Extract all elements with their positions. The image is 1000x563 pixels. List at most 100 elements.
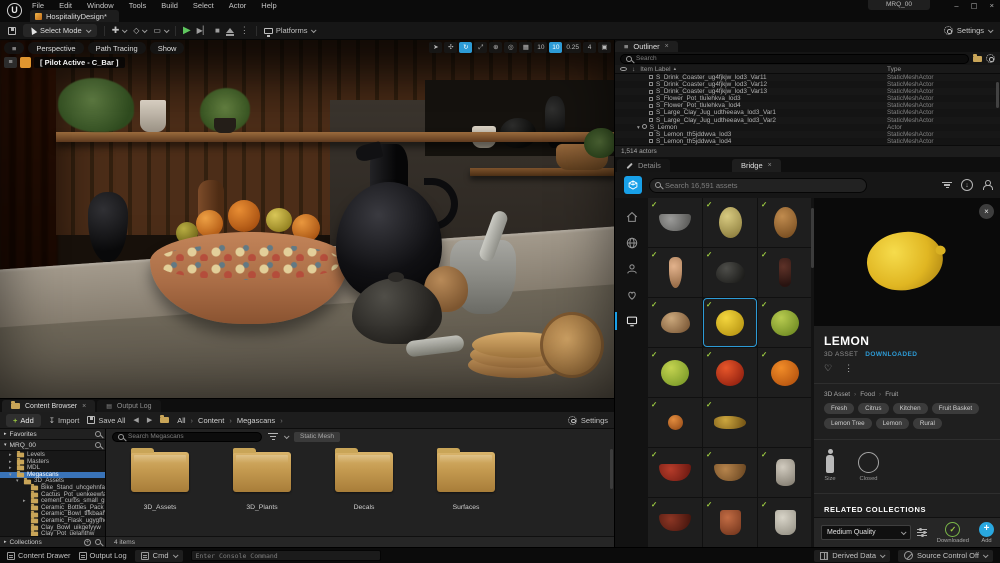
filter-icon[interactable] xyxy=(942,180,952,190)
folder-decals[interactable]: Decals xyxy=(318,452,410,511)
maximize-viewport-icon[interactable]: ▣ xyxy=(598,42,611,53)
pilot-menu-icon[interactable]: ≡ xyxy=(4,57,17,68)
more-options-icon[interactable]: ⋮ xyxy=(844,363,853,374)
viewport-pill-path-tracing[interactable]: Path Tracing xyxy=(88,42,146,54)
bridge-nav-home-icon[interactable] xyxy=(615,204,648,230)
asset-tile-clay-vase[interactable]: ✓ xyxy=(648,248,702,297)
downloaded-button[interactable]: ✓ Downloaded xyxy=(937,522,969,544)
outliner-row[interactable]: S_Drink_Coaster_ug4fjkjw_lod3_Var11Stati… xyxy=(615,74,1000,81)
tree-item-masters[interactable]: ▸Masters xyxy=(0,459,105,466)
asset-tile-lemon[interactable]: ✓ xyxy=(703,298,757,347)
asset-tile-stone-mortar[interactable]: ✓ xyxy=(648,198,702,247)
save-button[interactable] xyxy=(8,27,16,35)
download-settings-icon[interactable] xyxy=(917,527,927,537)
chevron-down-icon[interactable] xyxy=(284,433,290,439)
asset-tile-red-bowl[interactable]: ✓ xyxy=(648,448,702,497)
menu-file[interactable]: File xyxy=(32,1,44,10)
viewport-menu-button[interactable]: ≡ xyxy=(4,42,24,54)
import-button[interactable]: ↧Import xyxy=(49,416,80,425)
select-mode-dropdown[interactable]: Select Mode xyxy=(23,24,97,37)
settings-dropdown[interactable]: Settings xyxy=(944,26,992,35)
folder-3d_assets[interactable]: 3D_Assets xyxy=(114,452,206,511)
search-icon[interactable] xyxy=(95,431,101,437)
scale-tool-icon[interactable]: ⤢ xyxy=(474,42,487,53)
tag-fruit-basket[interactable]: Fruit Basket xyxy=(932,403,980,414)
menu-edit[interactable]: Edit xyxy=(59,1,72,10)
asset-tile-brown-melon[interactable]: ✓ xyxy=(758,198,812,247)
add-button[interactable]: + Add xyxy=(6,414,41,427)
asset-searchbox[interactable] xyxy=(112,432,262,442)
tab-outliner[interactable]: ≡ Outliner × xyxy=(615,41,678,52)
play-options-icon[interactable]: ⋮ xyxy=(240,25,249,36)
outliner-row[interactable]: S_Lemon_th5jddwva_lod4StaticMeshActor xyxy=(615,138,1000,145)
path-all[interactable]: All xyxy=(177,416,185,425)
asset-tile-stone-goblet[interactable]: ✓ xyxy=(758,448,812,497)
asset-tile-green-lemon[interactable]: ✓ xyxy=(758,298,812,347)
outliner-row[interactable]: S_Lemon_th5jddwva_lod3StaticMeshActor xyxy=(615,131,1000,138)
asset-tile-blood-orange[interactable]: ✓ xyxy=(703,348,757,397)
folder-surfaces[interactable]: Surfaces xyxy=(420,452,512,511)
tag-rural[interactable]: Rural xyxy=(913,418,942,429)
tab-content-browser[interactable]: Content Browser × xyxy=(2,400,95,412)
asset-tile-dark-red-bowl[interactable]: ✓ xyxy=(648,498,702,547)
bridge-nav-local-library-icon[interactable] xyxy=(615,308,648,334)
asset-tile-empty[interactable] xyxy=(758,398,812,447)
menu-help[interactable]: Help xyxy=(261,1,276,10)
asset-tile-terracotta-pot[interactable]: ✓ xyxy=(703,498,757,547)
create-folder-icon[interactable] xyxy=(973,56,982,62)
favorites-section[interactable]: ▸ Favorites xyxy=(0,429,105,440)
path-megascans[interactable]: Megascans xyxy=(237,416,275,425)
asset-tile-dried-flowers[interactable]: ✓ xyxy=(703,398,757,447)
history-forward-icon[interactable]: ▶ xyxy=(147,416,152,424)
bridge-logo-icon[interactable] xyxy=(624,176,642,194)
tag-lemon[interactable]: Lemon xyxy=(876,418,909,429)
rotate-tool-icon[interactable]: ↻ xyxy=(459,42,472,53)
play-icon[interactable]: ▶ xyxy=(183,25,191,36)
add-collection-icon[interactable]: + xyxy=(84,539,91,546)
console-input-box[interactable] xyxy=(191,550,381,561)
expand-caret-icon[interactable]: ▾ xyxy=(637,125,640,131)
breadcrumb-item[interactable]: Fruit xyxy=(885,391,898,398)
bridge-search-input[interactable] xyxy=(665,181,861,190)
viewport-pill-show[interactable]: Show xyxy=(150,42,185,54)
history-back-icon[interactable]: ◀ xyxy=(133,416,138,424)
menu-tools[interactable]: Tools xyxy=(129,1,147,10)
tab-output-log[interactable]: ▤ Output Log xyxy=(97,400,160,412)
platforms-dropdown[interactable]: Platforms xyxy=(264,26,315,35)
account-icon[interactable] xyxy=(982,180,992,190)
asset-tile-yellow-melon[interactable]: ✓ xyxy=(703,198,757,247)
bridge-nav-account-icon[interactable] xyxy=(615,256,648,282)
asset-search-input[interactable] xyxy=(128,433,256,440)
outliner-row[interactable]: S_Drink_Coaster_ug4fjkjw_lod3_Var12Stati… xyxy=(615,81,1000,88)
outliner-settings-icon[interactable] xyxy=(986,54,995,63)
asset-tile-stone-cup[interactable]: ✓ xyxy=(758,498,812,547)
tab-details[interactable]: Details xyxy=(617,159,670,172)
tag-kitchen[interactable]: Kitchen xyxy=(893,403,928,414)
world-space-icon[interactable]: ⊕ xyxy=(489,42,502,53)
tab-bridge[interactable]: Bridge × xyxy=(732,159,781,172)
source-control-button[interactable]: Source Control Off xyxy=(898,550,993,562)
outliner-row[interactable]: S_Large_Clay_Jug_udtheeava_lod3_Var2Stat… xyxy=(615,117,1000,124)
tag-lemon-tree[interactable]: Lemon Tree xyxy=(824,418,872,429)
menu-window[interactable]: Window xyxy=(87,1,114,10)
static-mesh-filter-chip[interactable]: Static Mesh xyxy=(294,432,340,442)
bridge-nav-favorites-icon[interactable] xyxy=(615,282,648,308)
outliner-search-input[interactable] xyxy=(636,55,963,62)
breadcrumb-item[interactable]: 3D Asset xyxy=(824,391,850,398)
derived-data-button[interactable]: Derived Data xyxy=(814,550,890,562)
camera-speed-value[interactable]: 4 xyxy=(583,42,596,53)
close-icon[interactable]: × xyxy=(990,1,994,10)
add-actor-button[interactable]: ✚ xyxy=(112,25,127,36)
grid-snap-value[interactable]: 10 xyxy=(534,42,547,53)
close-icon[interactable]: × xyxy=(82,403,86,410)
outliner-column-header[interactable]: ↓ Item Label ▴ Type xyxy=(615,65,1000,74)
content-browser-settings[interactable]: Settings xyxy=(568,416,608,425)
outliner-row[interactable]: S_Flower_Pot_tlulehkva_lod4StaticMeshAct… xyxy=(615,102,1000,109)
select-tool-icon[interactable]: ➤ xyxy=(429,42,442,53)
folder-3d_plants[interactable]: 3D_Plants xyxy=(216,452,308,511)
project-tab[interactable]: HospitalityDesign* xyxy=(30,10,119,22)
cinematics-button[interactable]: ▭ xyxy=(153,26,168,35)
outliner-searchbox[interactable] xyxy=(620,54,969,64)
tag-fresh[interactable]: Fresh xyxy=(824,403,854,414)
viewport[interactable]: ≡ PerspectivePath TracingShow ➤ ✣ ↻ ⤢ ⊕ … xyxy=(0,40,614,398)
